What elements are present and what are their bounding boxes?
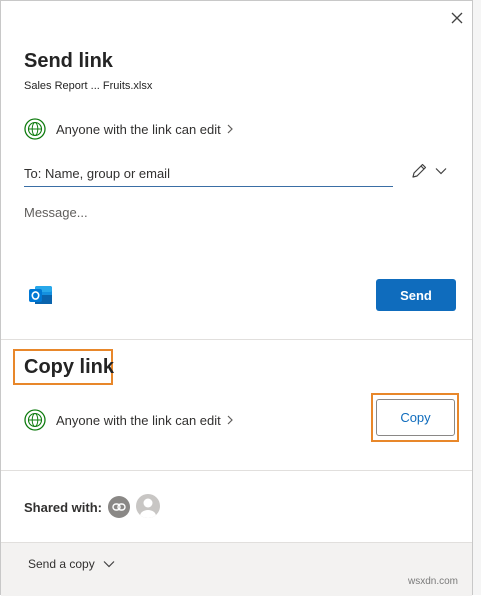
pencil-icon (412, 163, 427, 178)
copy-link-title: Copy link (24, 356, 115, 378)
send-link-permission-button[interactable]: Anyone with the link can edit (24, 117, 233, 141)
permission-dropdown-button[interactable] (434, 164, 448, 178)
chevron-down-icon (435, 168, 447, 175)
shared-link-avatar[interactable] (108, 496, 130, 518)
edit-permission-button[interactable] (410, 162, 428, 180)
dialog-top-border (0, 0, 473, 1)
recipient-input[interactable] (24, 160, 393, 187)
watermark-text: wsxdn.com (408, 576, 459, 587)
globe-icon (24, 118, 46, 140)
file-name: Sales Report ... Fruits.xlsx (24, 80, 153, 92)
message-input[interactable] (24, 205, 444, 255)
send-button[interactable]: Send (376, 279, 456, 311)
close-icon (451, 12, 463, 24)
section-divider (1, 470, 472, 471)
globe-icon (24, 409, 46, 431)
link-icon (112, 503, 126, 511)
copy-link-permission-label: Anyone with the link can edit (56, 412, 221, 428)
chevron-right-icon (227, 124, 233, 134)
close-button[interactable] (447, 8, 467, 28)
send-link-permission-label: Anyone with the link can edit (56, 121, 221, 137)
chevron-right-icon (227, 415, 233, 425)
outlook-icon[interactable] (26, 281, 54, 309)
copy-button[interactable]: Copy (376, 399, 455, 436)
background-strip (473, 0, 481, 595)
shared-person-avatar[interactable] (136, 494, 160, 518)
copy-link-permission-button[interactable]: Anyone with the link can edit (24, 408, 233, 432)
dialog-left-border (0, 0, 1, 595)
send-a-copy-button[interactable]: Send a copy (28, 557, 115, 571)
chevron-down-icon (103, 560, 115, 568)
section-divider (1, 339, 472, 340)
send-a-copy-label: Send a copy (28, 557, 95, 571)
dialog-title: Send link (24, 50, 113, 72)
person-icon (140, 498, 156, 518)
shared-with-label: Shared with: (24, 500, 103, 515)
